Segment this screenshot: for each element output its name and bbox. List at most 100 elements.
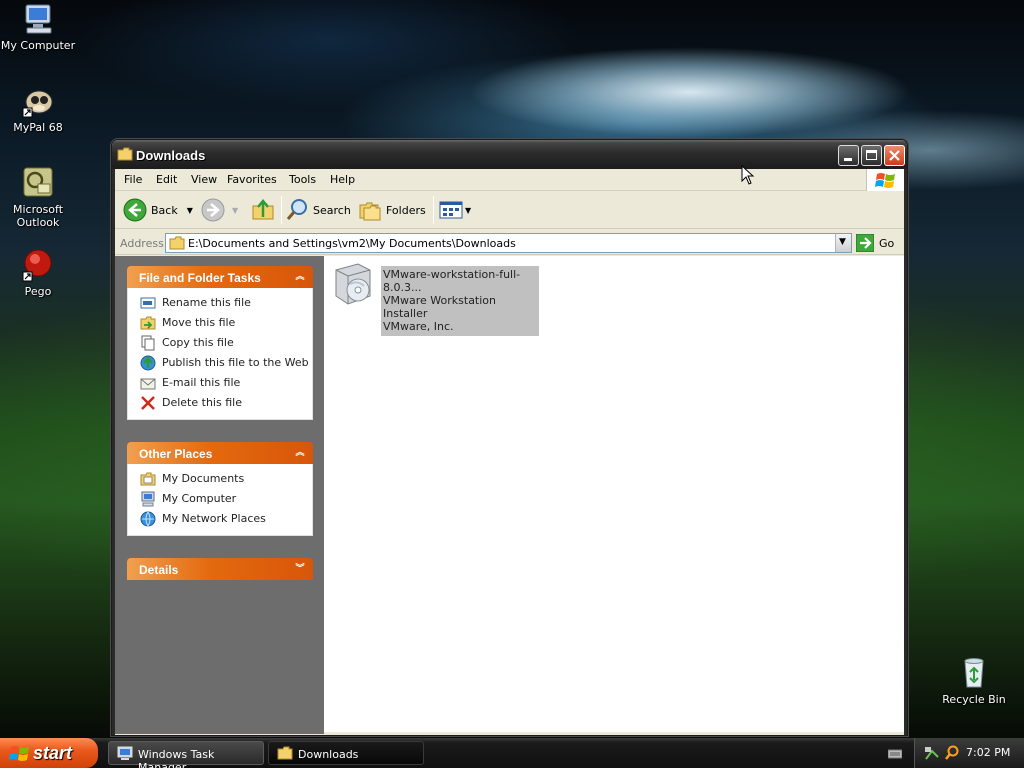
close-icon <box>889 150 900 161</box>
copy-icon <box>141 335 155 351</box>
go-label: Go <box>879 237 895 250</box>
toolbar-separator <box>281 196 282 224</box>
network-places-icon <box>140 511 156 527</box>
folder-icon <box>117 147 133 161</box>
file-name: VMware-workstation-full-8.0.3... <box>383 268 521 294</box>
file-list[interactable]: VMware-workstation-full-8.0.3... VMware … <box>324 256 904 732</box>
file-folder-tasks-header[interactable]: File and Folder Tasks ︽ <box>127 266 313 288</box>
mouse-cursor-icon <box>741 165 755 185</box>
up-folder-icon <box>252 199 274 220</box>
back-arrow-icon <box>123 198 147 222</box>
details-header[interactable]: Details ︾ <box>127 558 313 580</box>
minimize-button[interactable] <box>838 145 859 166</box>
details-panel: Details ︾ <box>127 558 313 580</box>
task-delete-file[interactable]: Delete this file <box>128 393 312 413</box>
publish-web-icon <box>140 355 156 371</box>
task-manager-icon <box>117 746 133 760</box>
task-label: Publish this file to the Web <box>162 356 309 369</box>
forward-button[interactable]: ▼ <box>201 198 238 222</box>
back-dropdown-icon[interactable]: ▼ <box>187 206 193 215</box>
other-places-body: My Documents My Computer My Network Plac… <box>127 464 313 536</box>
network-tray-icon[interactable] <box>924 745 940 761</box>
task-publish-file[interactable]: Publish this file to the Web <box>128 353 312 373</box>
close-button[interactable] <box>884 145 905 166</box>
up-folder-button[interactable] <box>251 198 275 222</box>
views-button[interactable]: ▼ <box>439 198 471 222</box>
minimize-icon <box>844 158 852 161</box>
address-input[interactable]: E:\Documents and Settings\vm2\My Documen… <box>165 233 852 253</box>
file-item[interactable]: VMware-workstation-full-8.0.3... VMware … <box>328 260 543 336</box>
search-button[interactable]: Search <box>285 198 351 222</box>
desktop-icon-my-computer[interactable]: My Computer <box>0 2 76 52</box>
chevron-down-icon: ▼ <box>839 237 846 247</box>
task-label: Downloads <box>298 748 359 761</box>
menu-help[interactable]: Help <box>330 173 355 186</box>
system-tray: 7:02 PM <box>914 738 1024 768</box>
expand-chevron-icon[interactable]: ︾ <box>293 561 307 575</box>
desktop-icon-label: Recycle Bin <box>942 693 1006 706</box>
back-button[interactable]: Back ▼ <box>123 198 193 222</box>
keyboard-icon[interactable] <box>888 749 902 759</box>
collapse-chevron-icon[interactable]: ︽ <box>293 269 307 283</box>
place-label: My Network Places <box>162 512 266 525</box>
recycle-bin-icon <box>964 658 984 688</box>
search-icon <box>286 199 307 220</box>
folders-label: Folders <box>386 203 426 217</box>
folder-icon <box>277 746 293 760</box>
collapse-chevron-icon[interactable]: ︽ <box>293 445 307 459</box>
my-computer-icon <box>141 491 155 507</box>
search-label: Search <box>313 203 351 217</box>
menu-view[interactable]: View <box>191 173 217 186</box>
desktop-icon-pego[interactable]: Pego <box>0 248 76 298</box>
rename-icon <box>140 297 156 309</box>
start-label: start <box>33 743 73 763</box>
desktop-icon-recycle-bin[interactable]: Recycle Bin <box>936 656 1012 706</box>
taskbar: start Windows Task Manager Downloads 7:0… <box>0 738 1024 774</box>
window-title: Downloads <box>136 148 206 163</box>
mypal-icon <box>22 90 53 118</box>
start-button[interactable]: start <box>0 738 98 768</box>
file-folder-tasks-body: Rename this file Move this file Copy thi… <box>127 288 313 420</box>
place-label: My Computer <box>162 492 237 505</box>
taskbar-item-downloads[interactable]: Downloads <box>268 741 424 765</box>
file-folder-tasks-panel: File and Folder Tasks ︽ Rename this file… <box>127 266 313 420</box>
back-label: Back <box>151 203 178 217</box>
toolbar: Back ▼ ▼ Search Folders ▼ <box>115 191 904 229</box>
task-move-file[interactable]: Move this file <box>128 313 312 333</box>
my-computer-icon <box>25 4 52 34</box>
clock[interactable]: 7:02 PM <box>966 746 1010 759</box>
file-company: VMware, Inc. <box>383 320 454 333</box>
place-my-network-places[interactable]: My Network Places <box>128 509 312 529</box>
menu-file[interactable]: File <box>124 173 142 186</box>
place-my-documents[interactable]: My Documents <box>128 469 312 489</box>
installer-package-icon <box>335 263 371 305</box>
menu-tools[interactable]: Tools <box>289 173 316 186</box>
desktop-icon-mypal[interactable]: MyPal 68 <box>0 84 76 134</box>
task-label: Delete this file <box>162 396 242 409</box>
folders-button[interactable]: Folders <box>358 198 426 222</box>
address-dropdown-button[interactable]: ▼ <box>835 234 851 252</box>
task-email-file[interactable]: E-mail this file <box>128 373 312 393</box>
title-bar[interactable]: Downloads <box>112 140 907 169</box>
panel-title: Details <box>139 563 179 577</box>
menu-bar: File Edit View Favorites Tools Help <box>115 169 904 191</box>
task-copy-file[interactable]: Copy this file <box>128 333 312 353</box>
other-places-header[interactable]: Other Places ︽ <box>127 442 313 464</box>
go-button[interactable]: Go <box>856 233 902 253</box>
task-rename-file[interactable]: Rename this file <box>128 293 312 313</box>
maximize-button[interactable] <box>861 145 882 166</box>
task-label: Windows Task Manager <box>138 748 215 774</box>
forward-dropdown-icon[interactable]: ▼ <box>232 206 238 215</box>
menu-favorites[interactable]: Favorites <box>227 173 277 186</box>
taskbar-item-task-manager[interactable]: Windows Task Manager <box>108 741 264 774</box>
file-description: VMware Workstation Installer <box>383 294 497 320</box>
task-label: E-mail this file <box>162 376 241 389</box>
place-my-computer[interactable]: My Computer <box>128 489 312 509</box>
outlook-icon <box>23 167 53 197</box>
search-tray-icon[interactable] <box>944 745 960 761</box>
file-metadata: VMware-workstation-full-8.0.3... VMware … <box>381 266 539 336</box>
menu-edit[interactable]: Edit <box>156 173 177 186</box>
desktop-icon-outlook[interactable]: Microsoft Outlook <box>0 166 76 229</box>
maximize-icon <box>866 150 877 160</box>
desktop-icon-label: My Computer <box>0 39 76 52</box>
